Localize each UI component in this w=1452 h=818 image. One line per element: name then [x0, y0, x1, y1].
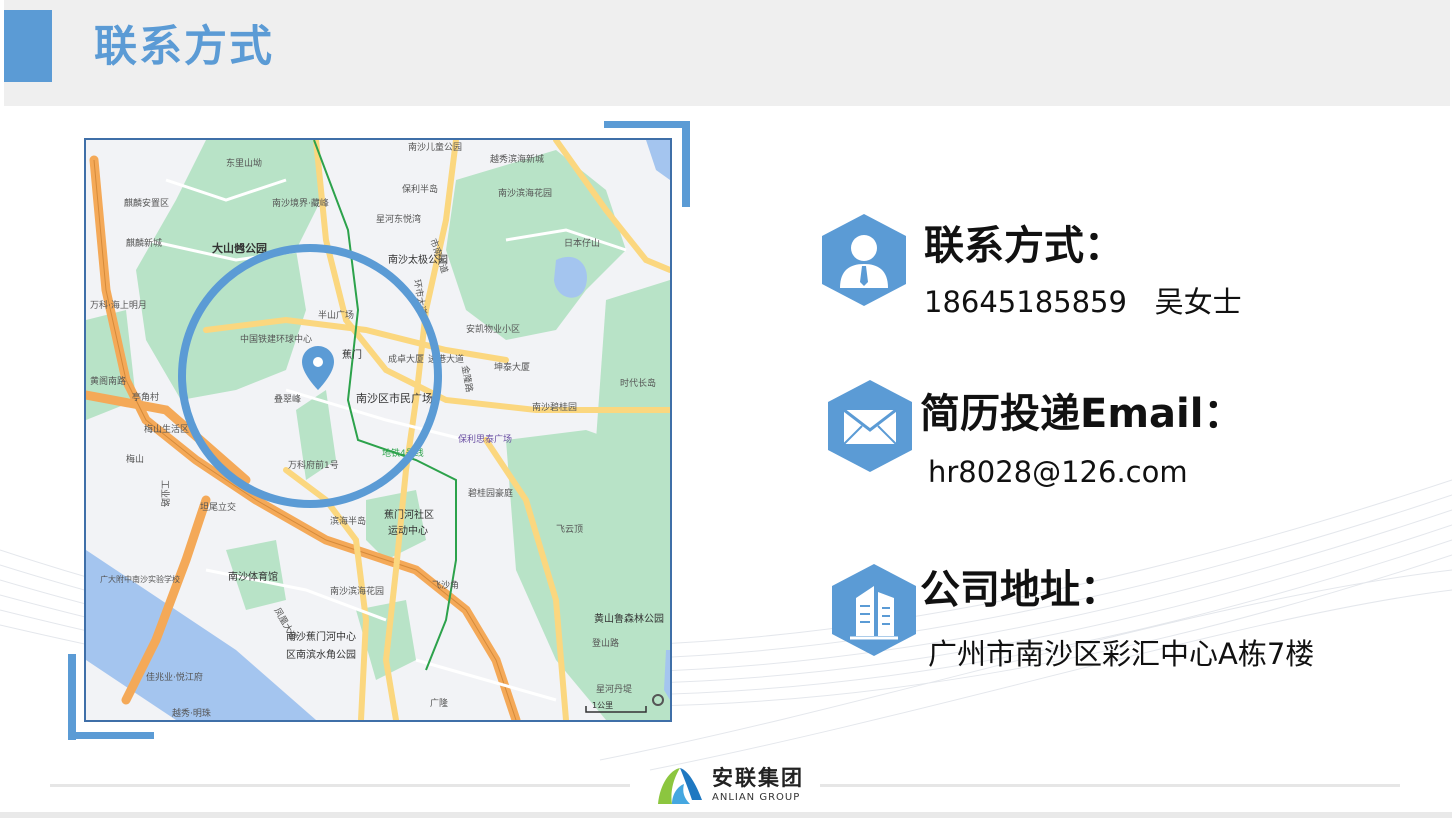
contact-email-heading: 简历投递Email： [920, 391, 1244, 437]
bracket-top-right-vertical [682, 121, 690, 207]
map-label: 东里山坳 [226, 157, 262, 169]
contact-address-value: 广州市南沙区彩汇中心A栋7楼 [928, 637, 1315, 671]
contact-address-heading: 公司地址： [920, 567, 1120, 613]
map-label: 广隆 [430, 697, 448, 709]
company-logo-english: ANLIAN GROUP [712, 792, 801, 803]
map-label: 叠翠峰 [274, 394, 301, 405]
map-label: 工业路 [159, 480, 171, 507]
map-label: 星河东悦湾 [376, 213, 421, 225]
map-label: 越秀滨海新城 [490, 153, 544, 165]
map-label: 越秀·明珠 [172, 707, 211, 719]
scale-label: 1公里 [592, 701, 613, 710]
map-label: 南沙体育馆 [228, 570, 278, 583]
footer-line-right [820, 784, 1400, 787]
map-label: 麒麟新城 [126, 237, 162, 249]
envelope-icon [828, 380, 912, 472]
map-label: 时代长岛 [620, 377, 656, 389]
map-label: 中国铁建环球中心 [240, 333, 312, 345]
user-icon [822, 214, 906, 306]
contact-phone-value[interactable]: 18645185859 吴女士 [924, 282, 1242, 322]
map-label: 成卓大厦 [388, 353, 424, 365]
building-icon [832, 564, 916, 656]
map-label: 碧桂园豪庭 [468, 487, 513, 499]
bracket-bottom-left-horizontal [68, 732, 154, 739]
map-label: 飞云顶 [556, 524, 583, 535]
header-accent-bar [4, 10, 52, 82]
map-label: 安凯物业小区 [466, 323, 520, 335]
map-label: 万科府前1号 [288, 459, 339, 471]
map-label: 日本仔山 [564, 237, 600, 249]
map-label: 万科·海上明月 [90, 299, 147, 311]
map-label: 坦尾立交 [200, 501, 236, 513]
map-canvas: 南沙儿童公园 越秀滨海新城 东里山坳 保利半岛 南沙滨海花园 南沙境界·藏峰 星… [86, 140, 670, 720]
map-label: 亭角村 [132, 391, 159, 403]
map-label: 坤泰大厦 [494, 361, 530, 373]
map-label: 南沙境界·藏峰 [272, 197, 329, 209]
map-label: 运动中心 [388, 524, 428, 537]
map-label: 麒麟安置区 [124, 197, 169, 209]
map-label: 梅山 [126, 453, 144, 465]
map-label: 大山乸公园 [212, 241, 267, 255]
map-label: 保利半岛 [402, 183, 438, 195]
location-map[interactable]: 南沙儿童公园 越秀滨海新城 东里山坳 保利半岛 南沙滨海花园 南沙境界·藏峰 星… [84, 138, 672, 722]
map-label: 蕉门河社区 [384, 508, 434, 521]
map-label: 星河丹堤 [596, 683, 632, 695]
footer-line-left [50, 784, 630, 787]
map-label: 南沙滨海花园 [330, 585, 384, 597]
bottom-edge [0, 812, 1452, 818]
map-label: 南沙碧桂园 [532, 401, 577, 413]
map-label: 滨海半岛 [330, 515, 366, 527]
company-logo-icon [658, 768, 702, 804]
map-label: 飞沙角 [432, 579, 459, 591]
map-label: 佳兆业·悦江府 [146, 671, 203, 683]
lake [554, 256, 587, 298]
bracket-bottom-left-vertical [68, 654, 76, 740]
map-label: 保利思泰广场 [458, 433, 512, 445]
map-label: 蕉门 [342, 348, 362, 361]
map-label: 黄山鲁森林公园 [594, 612, 664, 625]
map-label: 黄阁南路 [90, 375, 126, 387]
map-label: 广大附中南沙实验学校 [100, 574, 180, 584]
company-logo-name: 安联集团 [712, 766, 804, 790]
page-title: 联系方式 [94, 22, 274, 72]
map-label: 梅山生活区 [144, 423, 189, 435]
contact-email-value[interactable]: hr8028@126.com [928, 452, 1188, 492]
map-label: 半山广场 [318, 309, 354, 321]
map-label: 南沙区市民广场 [356, 391, 433, 405]
map-label: 南沙滨海花园 [498, 187, 552, 199]
map-label: 区南滨水角公园 [286, 648, 356, 661]
bracket-top-right-horizontal [604, 121, 690, 128]
contact-phone-heading: 联系方式： [924, 223, 1124, 269]
map-label: 南沙儿童公园 [408, 141, 462, 153]
map-label: 登山路 [592, 637, 619, 649]
